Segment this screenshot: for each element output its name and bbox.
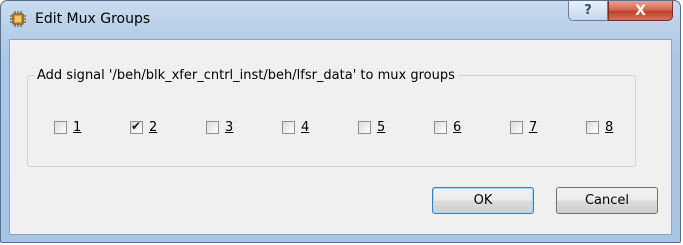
title-bar[interactable]: Edit Mux Groups ? X <box>1 1 680 37</box>
help-icon: ? <box>584 3 592 18</box>
help-button[interactable]: ? <box>568 1 608 21</box>
checkbox-box[interactable] <box>434 120 447 134</box>
checkbox-box[interactable] <box>282 120 295 134</box>
checkbox-label[interactable]: 5 <box>377 120 385 135</box>
mux-group-checkbox-3[interactable]: 3 <box>206 118 233 136</box>
cancel-button[interactable]: Cancel <box>556 187 658 214</box>
mux-group-checkbox-5[interactable]: 5 <box>358 118 385 136</box>
mux-group-checkbox-6[interactable]: 6 <box>434 118 461 136</box>
mux-group-box <box>27 75 636 167</box>
checkbox-label[interactable]: 8 <box>605 120 613 135</box>
mux-group-checkbox-1[interactable]: 1 <box>54 118 81 136</box>
mux-group-checkbox-2[interactable]: ✔ 2 <box>130 118 157 136</box>
checkmark-icon: ✔ <box>131 118 142 133</box>
close-button[interactable]: X <box>608 1 673 21</box>
mux-group-checkbox-8[interactable]: 8 <box>586 118 613 136</box>
checkbox-box[interactable] <box>54 120 67 134</box>
checkbox-label[interactable]: 7 <box>529 120 537 135</box>
mux-group-checkbox-7[interactable]: 7 <box>510 118 537 136</box>
checkbox-box[interactable] <box>358 120 371 134</box>
checkbox-box[interactable]: ✔ <box>130 118 143 134</box>
group-box-legend: Add signal '/beh/blk_xfer_cntrl_inst/beh… <box>34 68 458 84</box>
checkbox-box[interactable] <box>510 120 523 134</box>
checkbox-box[interactable] <box>586 120 599 134</box>
close-icon: X <box>635 2 646 19</box>
checkbox-label[interactable]: 1 <box>73 120 81 135</box>
mux-group-checkbox-4[interactable]: 4 <box>282 118 309 136</box>
checkbox-label[interactable]: 2 <box>149 120 157 135</box>
app-chip-icon <box>10 11 26 27</box>
checkbox-label[interactable]: 4 <box>301 120 309 135</box>
checkbox-label[interactable]: 6 <box>453 120 461 135</box>
ok-button[interactable]: OK <box>432 187 534 214</box>
checkbox-label[interactable]: 3 <box>225 120 233 135</box>
checkbox-box[interactable] <box>206 120 219 134</box>
window-title: Edit Mux Groups <box>35 11 151 27</box>
